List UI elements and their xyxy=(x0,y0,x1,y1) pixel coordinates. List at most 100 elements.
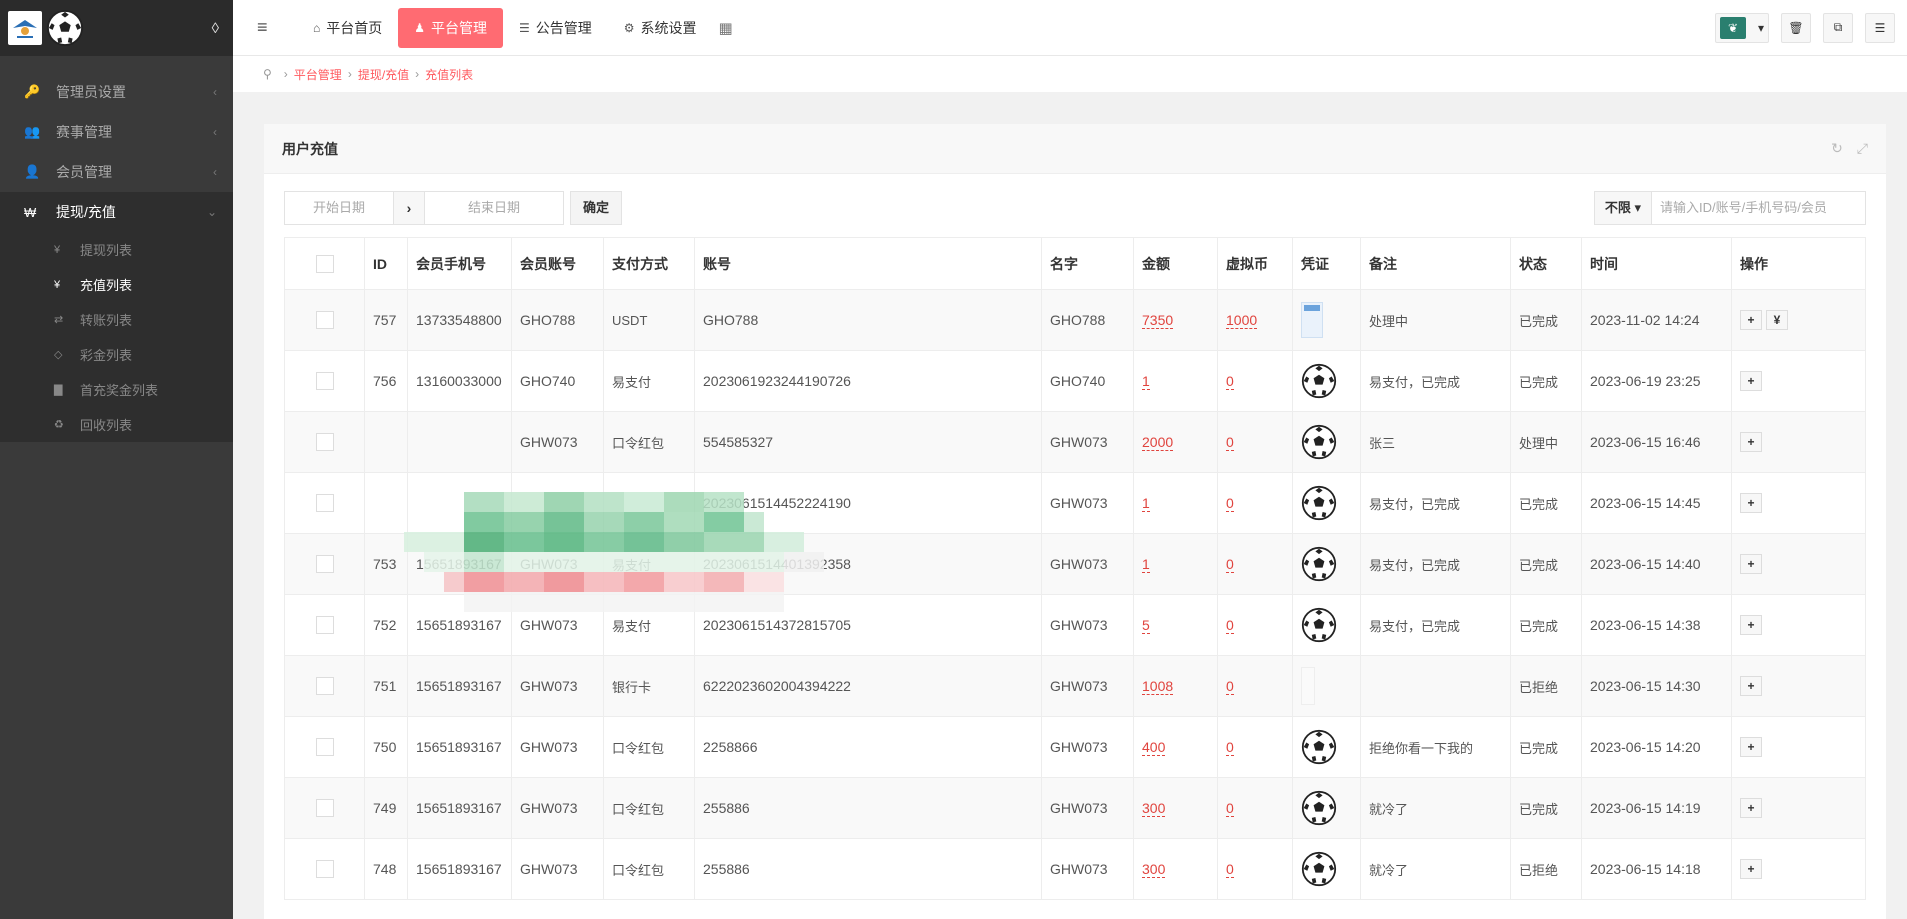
row-checkbox[interactable] xyxy=(315,738,334,757)
sidebar-subitem-withdraw-list[interactable]: ¥ 提现列表 xyxy=(0,232,233,267)
coin-link[interactable]: 0 xyxy=(1226,556,1234,573)
amount-link[interactable]: 5 xyxy=(1142,617,1150,634)
soccer-ball-icon[interactable] xyxy=(1301,363,1337,399)
soccer-ball-icon[interactable] xyxy=(1301,485,1337,521)
coin-link[interactable]: 0 xyxy=(1226,678,1234,695)
sidebar-item-members[interactable]: 👤 会员管理 ‹ xyxy=(0,152,233,192)
row-checkbox[interactable] xyxy=(315,860,334,879)
row-checkbox[interactable] xyxy=(315,677,334,696)
select-all-checkbox[interactable] xyxy=(315,254,334,273)
row-checkbox-cell xyxy=(284,472,365,534)
soccer-ball-icon[interactable] xyxy=(1301,424,1337,460)
start-date-input[interactable]: 开始日期 xyxy=(284,191,394,225)
plus-icon[interactable]: + xyxy=(1740,859,1762,879)
soccer-ball-icon[interactable] xyxy=(1301,729,1337,765)
row-checkbox-cell xyxy=(284,594,365,656)
coin-link[interactable]: 0 xyxy=(1226,739,1234,756)
cell-amount: 1 xyxy=(1133,533,1218,595)
refresh-icon[interactable]: ↻ xyxy=(1831,140,1843,157)
nav-platform-management[interactable]: ♟ 平台管理 xyxy=(398,7,504,48)
amount-link[interactable]: 300 xyxy=(1142,861,1166,878)
row-checkbox[interactable] xyxy=(315,616,334,635)
plus-icon[interactable]: + xyxy=(1740,737,1762,757)
grid-apps-icon[interactable]: ▦ xyxy=(719,19,733,37)
end-date-input[interactable]: 结束日期 xyxy=(424,191,564,225)
amount-link[interactable]: 400 xyxy=(1142,739,1166,756)
sidebar-subitem-transfer-list[interactable]: ⇄ 转账列表 xyxy=(0,302,233,337)
voucher-image-icon[interactable] xyxy=(1301,302,1323,338)
confirm-button[interactable]: 确定 xyxy=(570,191,623,225)
plus-icon[interactable]: + xyxy=(1740,310,1762,330)
coin-link[interactable]: 0 xyxy=(1226,373,1234,390)
yen-icon[interactable]: ¥ xyxy=(1766,310,1788,330)
table-row: 749 15651893167 GHW073 口令红包 255886 GHW073 300 0… xyxy=(284,777,1866,839)
breadcrumb-item[interactable]: 平台管理 xyxy=(294,66,342,83)
clear-cache-button[interactable]: 🗑 xyxy=(1781,12,1811,43)
cell-coin: 0 xyxy=(1217,411,1293,473)
cell-pay-method: 口令红包 xyxy=(603,777,695,839)
table-row: GHW073 口令红包 554585327 GHW073 2000 0 张三 处理中 2023-… xyxy=(284,411,1866,473)
gear-icon: ⚙ xyxy=(623,20,635,35)
amount-link[interactable]: 1008 xyxy=(1142,678,1174,695)
plus-icon[interactable]: + xyxy=(1740,432,1762,452)
nav-system-settings[interactable]: ⚙ 系统设置 xyxy=(608,8,713,48)
soccer-ball-icon[interactable] xyxy=(1301,790,1337,826)
plus-icon[interactable]: + xyxy=(1740,676,1762,696)
coin-link[interactable]: 0 xyxy=(1226,495,1234,512)
plus-icon[interactable]: + xyxy=(1740,371,1762,391)
amount-link[interactable]: 2000 xyxy=(1142,434,1174,451)
sidebar-subitem-bonus-list[interactable]: ◇ 彩金列表 xyxy=(0,337,233,372)
amount-link[interactable]: 1 xyxy=(1142,495,1150,512)
chevron-left-icon: ‹ xyxy=(213,125,217,139)
sidebar-subitem-first-deposit-list[interactable]: ▇ 首充奖金列表 xyxy=(0,372,233,407)
coin-link[interactable]: 0 xyxy=(1226,617,1234,634)
cell-voucher xyxy=(1292,838,1361,900)
amount-link[interactable]: 1 xyxy=(1142,373,1150,390)
search-input[interactable]: 请输入ID/账号/手机号码/会员 xyxy=(1652,191,1866,225)
cell-name: GHO788 xyxy=(1041,289,1134,351)
plus-icon[interactable]: + xyxy=(1740,554,1762,574)
plus-icon[interactable]: + xyxy=(1740,615,1762,635)
cell-account: GHW073 xyxy=(511,533,604,595)
cell-time: 2023-06-15 14:20 xyxy=(1581,716,1732,778)
row-checkbox[interactable] xyxy=(315,311,334,330)
fullscreen-icon[interactable]: ⤢ xyxy=(1857,140,1868,157)
amount-link[interactable]: 300 xyxy=(1142,800,1166,817)
amount-link[interactable]: 7350 xyxy=(1142,312,1174,329)
sidebar-item-events[interactable]: 👥 赛事管理 ‹ xyxy=(0,112,233,152)
coin-link[interactable]: 0 xyxy=(1226,800,1234,817)
voucher-blank-icon[interactable] xyxy=(1301,667,1315,705)
nav-announcement-management[interactable]: ☰ 公告管理 xyxy=(503,8,608,48)
cell-voucher xyxy=(1292,594,1361,656)
sidebar-item-withdraw-recharge[interactable]: ₩ 提现/充值 ⌄ xyxy=(0,192,233,232)
coin-link[interactable]: 0 xyxy=(1226,861,1234,878)
nav-platform-home[interactable]: ⌂ 平台首页 xyxy=(297,8,398,48)
sidebar-item-admin-settings[interactable]: 🔑 管理员设置 ‹ xyxy=(0,72,233,112)
sidebar-subitem-recycle-list[interactable]: ♻ 回收列表 xyxy=(0,407,233,442)
soccer-ball-icon[interactable] xyxy=(1301,851,1337,887)
plus-icon[interactable]: + xyxy=(1740,493,1762,513)
coin-link[interactable]: 1000 xyxy=(1226,312,1258,329)
coin-link[interactable]: 0 xyxy=(1226,434,1234,451)
soccer-ball-icon[interactable] xyxy=(1301,607,1337,643)
breadcrumb-item[interactable]: 提现/充值 xyxy=(358,66,409,83)
row-checkbox[interactable] xyxy=(315,494,334,513)
cell-account: GHO740 xyxy=(511,350,604,412)
row-checkbox[interactable] xyxy=(315,555,334,574)
diamond-icon: ◇ xyxy=(54,349,63,361)
filter-select[interactable]: 不限 ▾ xyxy=(1593,191,1652,225)
amount-link[interactable]: 1 xyxy=(1142,556,1150,573)
skin-picker-button[interactable]: ❦ ▾ xyxy=(1715,12,1769,43)
hamburger-menu-icon[interactable]: ≡ xyxy=(257,17,289,38)
external-link-button[interactable]: ⧉ xyxy=(1823,12,1853,43)
row-checkbox[interactable] xyxy=(315,799,334,818)
plus-icon[interactable]: + xyxy=(1740,798,1762,818)
theme-drop-icon[interactable]: ◊ xyxy=(212,20,219,37)
soccer-ball-icon[interactable] xyxy=(1301,546,1337,582)
sidebar-toggle-button[interactable]: ☰ xyxy=(1865,12,1895,43)
row-checkbox[interactable] xyxy=(315,433,334,452)
cell-time: 2023-06-15 14:45 xyxy=(1581,472,1732,534)
row-checkbox[interactable] xyxy=(315,372,334,391)
sidebar-subitem-recharge-list[interactable]: ¥ 充值列表 xyxy=(0,267,233,302)
breadcrumb-item[interactable]: 充值列表 xyxy=(425,66,473,83)
